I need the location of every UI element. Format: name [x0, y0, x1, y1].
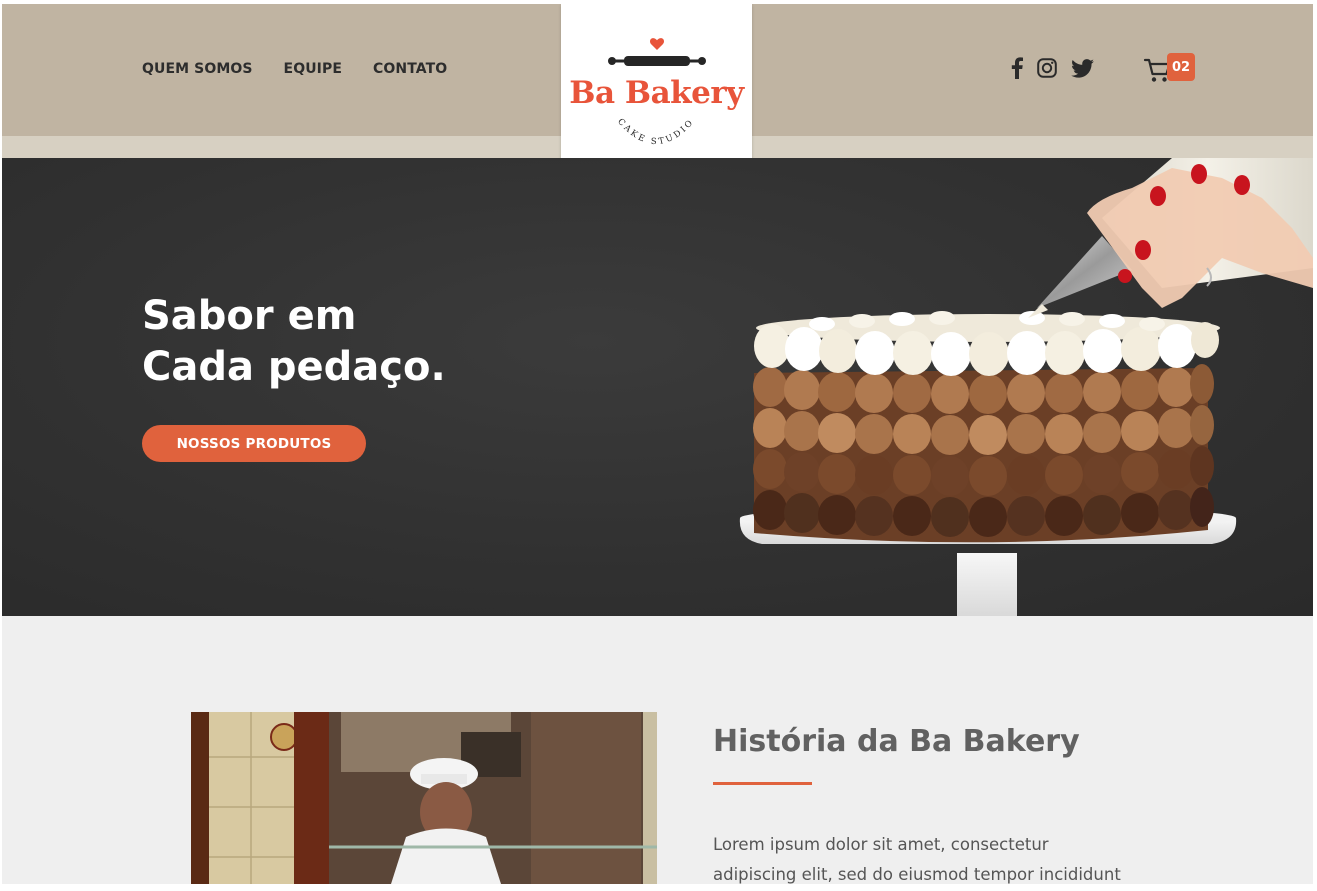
- hero-banner: Sabor em Cada pedaço. NOSSOS PRODUTOS: [2, 158, 1313, 616]
- history-title: História da Ba Bakery: [713, 724, 1080, 759]
- nav-link-quem-somos[interactable]: QUEM SOMOS: [142, 61, 253, 77]
- twitter-icon[interactable]: [1071, 58, 1094, 78]
- products-button[interactable]: NOSSOS PRODUTOS: [142, 425, 366, 462]
- hero-title: Sabor em Cada pedaço.: [142, 291, 446, 393]
- history-text: Lorem ipsum dolor sit amet, consectetur …: [713, 835, 1121, 884]
- cart-button[interactable]: 02: [1143, 53, 1197, 85]
- bakery-photo: [191, 712, 657, 884]
- hero-title-line-2: Cada pedaço.: [142, 344, 446, 390]
- heart-icon: [650, 38, 664, 50]
- social-links: [1011, 57, 1094, 79]
- logo-tagline: CAKE STUDIO: [615, 117, 697, 147]
- cake-image: [739, 158, 1313, 616]
- hero-title-line-1: Sabor em: [142, 293, 357, 339]
- nav-link-contato[interactable]: CONTATO: [373, 61, 447, 77]
- main-nav: QUEM SOMOS EQUIPE CONTATO: [142, 61, 447, 77]
- nav-link-equipe[interactable]: EQUIPE: [284, 61, 342, 77]
- instagram-icon[interactable]: [1037, 58, 1057, 78]
- history-divider: [713, 782, 812, 785]
- rolling-pin-icon: [608, 56, 706, 66]
- cart-count-badge: 02: [1167, 53, 1195, 81]
- page-frame: QUEM SOMOS EQUIPE CONTATO 02 Ba Bakery C…: [2, 4, 1313, 884]
- facebook-icon[interactable]: [1011, 57, 1023, 79]
- logo[interactable]: Ba Bakery CAKE STUDIO: [561, 4, 752, 178]
- svg-text:CAKE STUDIO: CAKE STUDIO: [615, 117, 697, 147]
